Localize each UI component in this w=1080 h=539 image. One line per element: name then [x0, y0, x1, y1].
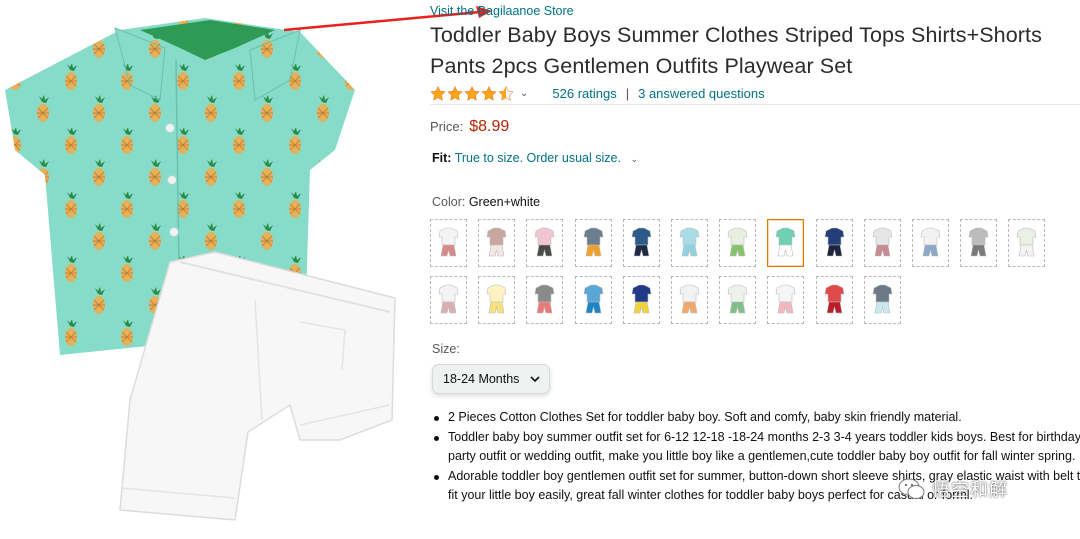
answered-questions-link[interactable]: 3 answered questions	[638, 86, 764, 101]
feature-bullet: 2 Pieces Cotton Clothes Set for toddler …	[434, 408, 1080, 428]
star-full-icon	[447, 85, 463, 101]
chevron-down-icon[interactable]: ⌄	[520, 88, 528, 99]
swatch-thumbnail	[631, 284, 652, 314]
color-value: Green+white	[468, 195, 541, 209]
color-swatch[interactable]	[622, 219, 660, 267]
color-swatch[interactable]	[526, 276, 564, 324]
color-swatch[interactable]	[863, 219, 901, 267]
chevron-down-icon	[530, 376, 540, 383]
swatch-thumbnail	[968, 227, 989, 257]
swatch-thumbnail	[824, 284, 844, 314]
fit-label: Fit:	[432, 151, 452, 165]
chevron-down-icon[interactable]: ⌄	[630, 154, 638, 164]
swatch-thumbnail	[1017, 227, 1037, 257]
color-swatch[interactable]	[430, 276, 467, 324]
color-swatch[interactable]	[863, 276, 901, 324]
color-swatch[interactable]	[1008, 219, 1046, 267]
swatch-thumbnail	[486, 227, 507, 257]
swatch-thumbnail	[583, 284, 603, 314]
swatch-thumbnail	[824, 227, 844, 257]
divider	[430, 104, 1080, 105]
swatch-thumbnail	[872, 227, 893, 257]
color-swatch[interactable]	[767, 276, 805, 324]
swatch-thumbnail	[872, 284, 893, 314]
price-row: Price: $8.99	[430, 118, 509, 136]
rating-row: ⌄ 526 ratings | 3 answered questions	[430, 84, 765, 102]
swatch-thumbnail	[776, 284, 796, 314]
swatch-thumbnail	[727, 284, 748, 314]
star-half-icon	[498, 85, 514, 101]
product-title: Toddler Baby Boys Summer Clothes Striped…	[430, 23, 1042, 78]
color-swatch[interactable]	[478, 276, 516, 324]
product-photo	[5, 18, 396, 521]
price-label: Price:	[430, 119, 464, 134]
product-image[interactable]	[0, 0, 415, 539]
watermark: 悟空和解	[898, 476, 1008, 502]
star-full-icon	[464, 85, 480, 101]
color-swatch[interactable]	[671, 219, 708, 267]
product-details: Visit the Bagilaanoe Store Toddler Baby …	[430, 0, 1080, 539]
color-label: Color:	[432, 195, 466, 209]
color-row: Color: Green+white	[432, 195, 540, 209]
swatch-thumbnail	[920, 227, 941, 257]
swatch-thumbnail	[679, 284, 700, 314]
color-swatch[interactable]	[912, 219, 949, 267]
fit-value[interactable]: True to size. Order usual size.	[455, 151, 621, 165]
store-link[interactable]: Visit the Bagilaanoe Store	[430, 4, 574, 18]
color-swatch[interactable]	[719, 276, 757, 324]
star-full-icon	[430, 85, 446, 101]
swatch-thumbnail	[583, 227, 603, 257]
size-label: Size:	[432, 342, 460, 356]
swatch-thumbnail	[679, 227, 700, 257]
color-swatch[interactable]	[526, 219, 564, 267]
price-value: $8.99	[469, 118, 510, 135]
swatch-thumbnail	[727, 227, 748, 257]
watermark-text: 悟空和解	[932, 480, 1008, 500]
swatch-thumbnail	[535, 227, 555, 257]
color-swatch[interactable]	[574, 276, 612, 324]
ratings-link[interactable]: 526 ratings	[552, 86, 616, 101]
separator: |	[625, 85, 630, 101]
color-swatch[interactable]	[960, 219, 998, 267]
swatch-thumbnail	[438, 284, 459, 314]
fit-row[interactable]: Fit: True to size. Order usual size. ⌄	[432, 151, 638, 165]
star-full-icon	[481, 85, 497, 101]
color-swatch[interactable]	[574, 219, 612, 267]
swatch-thumbnail	[486, 284, 507, 314]
color-swatch[interactable]	[430, 219, 467, 267]
color-swatch[interactable]	[622, 276, 660, 324]
wechat-icon	[898, 478, 925, 499]
size-dropdown[interactable]: 18-24 Months	[432, 364, 550, 394]
feature-bullet: Toddler baby boy summer outfit set for 6…	[434, 428, 1080, 467]
color-swatch[interactable]	[719, 219, 757, 267]
color-swatch[interactable]	[767, 219, 805, 267]
color-swatch[interactable]	[478, 219, 516, 267]
size-dropdown-value: 18-24 Months	[443, 372, 520, 386]
swatch-thumbnail	[776, 227, 796, 257]
swatch-thumbnail	[535, 284, 555, 314]
color-swatch[interactable]	[671, 276, 708, 324]
color-swatch[interactable]	[815, 219, 853, 267]
star-rating[interactable]	[430, 85, 514, 101]
swatch-thumbnail	[631, 227, 652, 257]
swatch-thumbnail	[438, 227, 459, 257]
color-swatch[interactable]	[815, 276, 853, 324]
